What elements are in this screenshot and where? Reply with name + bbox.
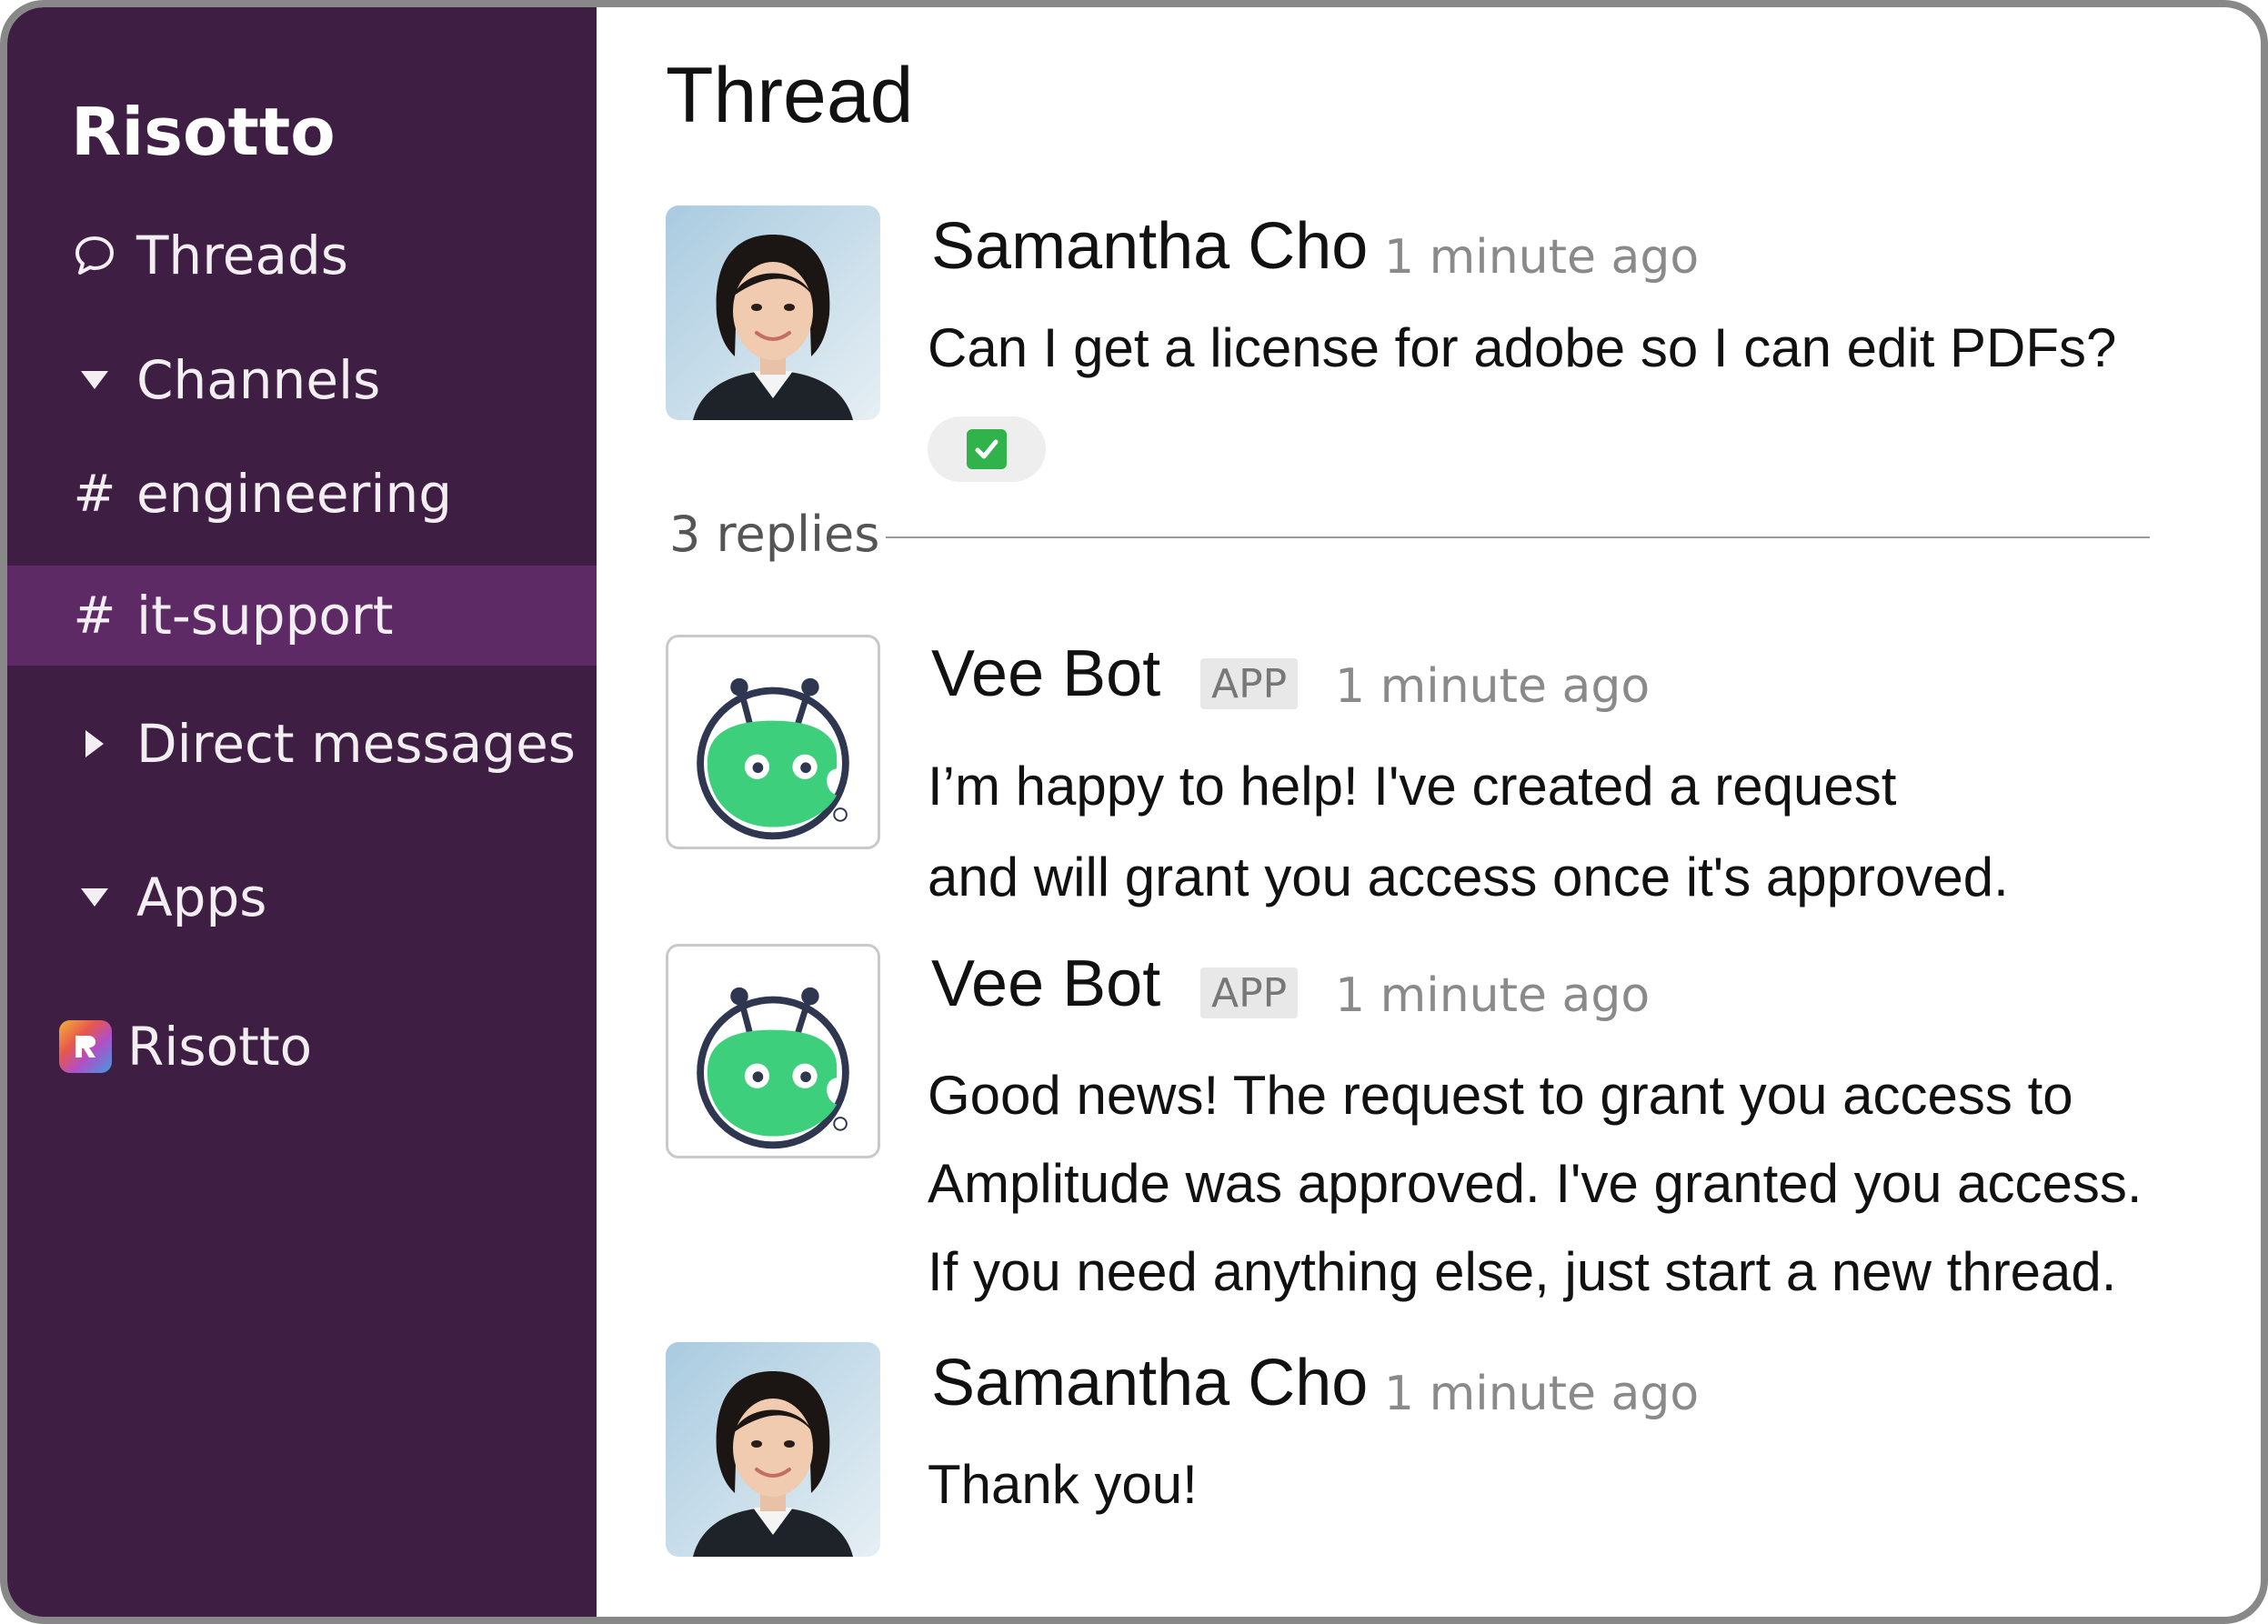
sidebar-item-engineering[interactable]: # engineering xyxy=(7,444,597,544)
risotto-app-icon xyxy=(55,1020,116,1073)
sidebar-item-label: engineering xyxy=(136,463,453,525)
sidebar-item-label: Channels xyxy=(136,349,381,411)
sidebar-section-apps[interactable]: Apps xyxy=(7,847,597,947)
vee-bot-logo-icon xyxy=(697,987,849,1149)
message-timestamp[interactable]: 1 minute ago xyxy=(1384,1367,1699,1421)
message-text: Can I get a license for adobe so I can e… xyxy=(928,317,2117,378)
avatar[interactable] xyxy=(666,206,880,420)
message-text: Good news! The request to grant you acce… xyxy=(928,1065,2073,1126)
bot-avatar[interactable] xyxy=(666,944,880,1158)
thread-panel: Thread Samantha Cho 1 minute ago Can I g… xyxy=(597,7,2261,1617)
sidebar-item-label: Risotto xyxy=(127,1016,313,1078)
sidebar-item-it-support[interactable]: # it-support xyxy=(7,566,597,666)
sidebar-item-label: Apps xyxy=(136,867,267,928)
caret-down-icon xyxy=(64,371,125,389)
replies-count: 3 replies xyxy=(669,506,880,563)
message-author[interactable]: Vee Bot xyxy=(931,947,1160,1021)
sidebar-item-threads[interactable]: Threads xyxy=(7,206,597,306)
sidebar-item-label: it-support xyxy=(136,585,394,647)
reaction-chip[interactable] xyxy=(928,416,1046,482)
bot-avatar[interactable] xyxy=(666,635,880,849)
sidebar-section-direct-messages[interactable]: Direct messages xyxy=(7,694,597,794)
app-window: Risotto Threads Channels # engineering #… xyxy=(0,0,2268,1624)
message-text: and will grant you access once it's appr… xyxy=(928,847,2009,907)
sidebar-item-risotto-app[interactable]: Risotto xyxy=(7,997,597,1097)
message-timestamp[interactable]: 1 minute ago xyxy=(1335,659,1650,714)
message-text: Thank you! xyxy=(928,1454,1198,1515)
page-title: Thread xyxy=(666,52,914,139)
message-author[interactable]: Samantha Cho xyxy=(931,209,1368,284)
message-timestamp[interactable]: 1 minute ago xyxy=(1384,230,1699,285)
vee-bot-logo-icon xyxy=(697,677,849,840)
caret-right-icon xyxy=(64,730,125,757)
replies-divider xyxy=(886,536,2150,538)
sidebar-item-label: Direct messages xyxy=(136,713,576,775)
sidebar-section-channels[interactable]: Channels xyxy=(7,330,597,430)
message-text: If you need anything else, just start a … xyxy=(928,1241,2117,1302)
message-timestamp[interactable]: 1 minute ago xyxy=(1335,968,1650,1023)
workspace-name[interactable]: Risotto xyxy=(71,94,336,170)
channel-hash-icon: # xyxy=(73,464,116,524)
message-author[interactable]: Samantha Cho xyxy=(931,1346,1368,1420)
app-badge: APP xyxy=(1200,658,1299,709)
app-badge: APP xyxy=(1200,967,1299,1018)
avatar[interactable] xyxy=(666,1342,880,1557)
sidebar-item-label: Threads xyxy=(136,225,349,286)
message-text: Amplitude was approved. I've granted you… xyxy=(928,1153,2143,1214)
sidebar: Risotto Threads Channels # engineering #… xyxy=(7,7,597,1617)
caret-down-icon xyxy=(64,888,125,907)
check-mark-icon xyxy=(967,429,1007,469)
message-author[interactable]: Vee Bot xyxy=(931,637,1160,711)
message-text: I’m happy to help! I've created a reques… xyxy=(928,756,1897,817)
threads-icon xyxy=(64,235,125,276)
channel-hash-icon: # xyxy=(73,586,116,646)
